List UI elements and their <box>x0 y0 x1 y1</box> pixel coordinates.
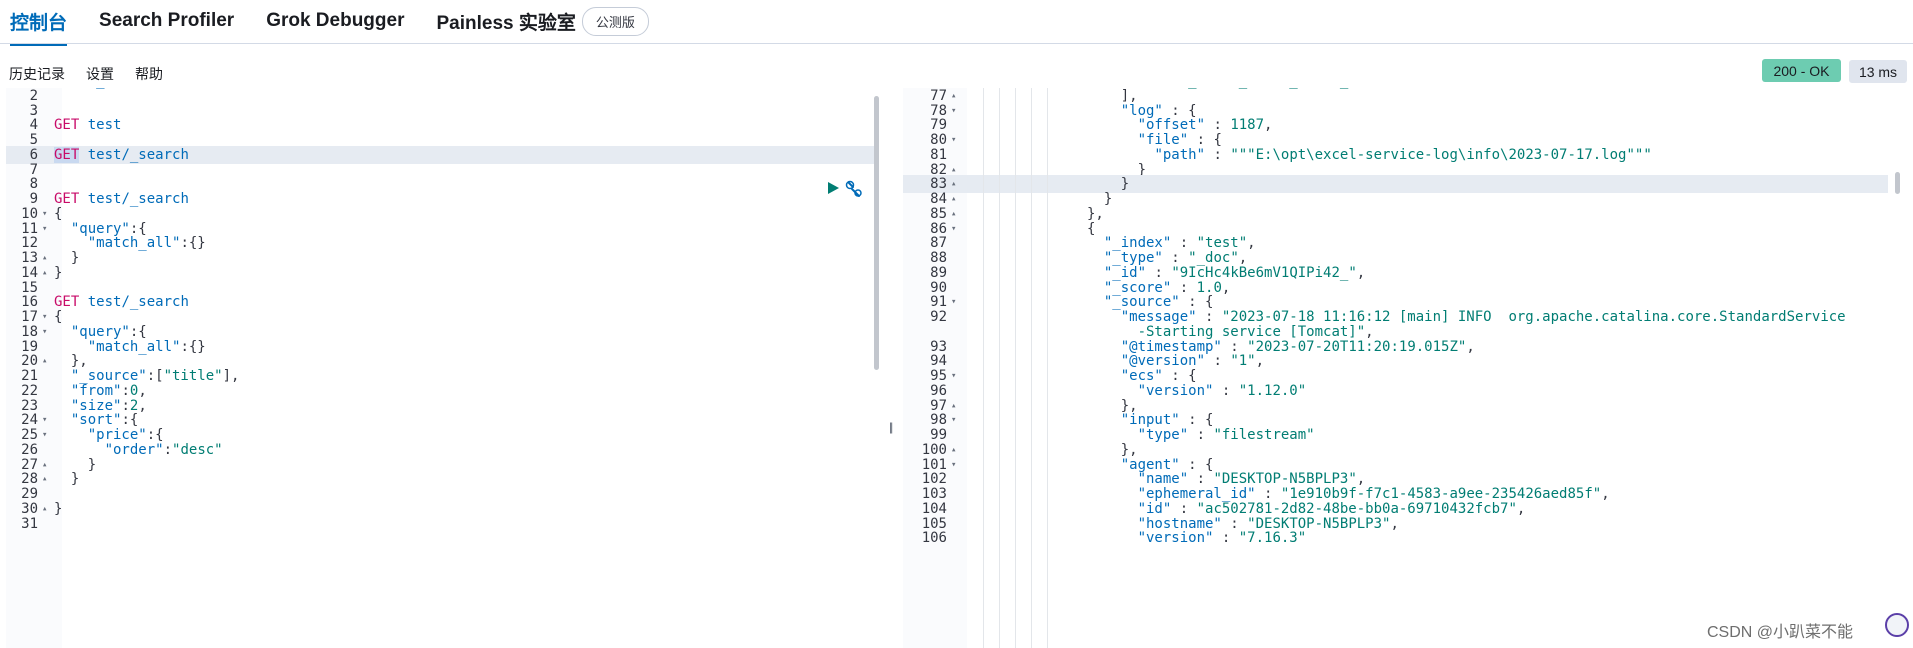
play-icon[interactable] <box>826 181 840 195</box>
code-text: "version" : "7.16.3" <box>969 529 1307 547</box>
code-token: "7.16.3" <box>1238 530 1307 547</box>
indent-guide <box>1047 88 1048 648</box>
code-line[interactable]: 106 "version" : "7.16.3" <box>903 529 1888 547</box>
request-editor[interactable]: 1GET /_cat/indices?v234GET test56GET tes… <box>6 88 881 648</box>
indent-guide <box>983 88 984 648</box>
tab-painless-lab[interactable]: Painless 实验室 <box>437 0 576 46</box>
settings-menu-item[interactable]: 设置 <box>86 64 114 84</box>
tab-console[interactable]: 控制台 <box>10 0 68 46</box>
response-status-badge: 200 - OK <box>1762 59 1841 82</box>
help-menu-item[interactable]: 帮助 <box>135 64 163 84</box>
tab-grok-debugger[interactable]: Grok Debugger <box>266 0 404 43</box>
pane-resize-handle[interactable]: || <box>889 420 893 434</box>
console-toolbar: 历史记录 设置 帮助 <box>0 56 1913 88</box>
tab-painless-lab-label[interactable]: Painless 实验室 <box>437 13 576 34</box>
line-number: 31 <box>21 515 38 532</box>
history-menu-item[interactable]: 历史记录 <box>9 64 65 84</box>
avatar <box>1885 613 1909 637</box>
wrench-icon[interactable] <box>845 180 863 198</box>
indent-guide <box>1015 88 1016 648</box>
request-editor-scrollbar[interactable] <box>874 96 879 370</box>
indent-guide <box>1031 88 1032 648</box>
tab-search-profiler[interactable]: Search Profiler <box>99 0 234 43</box>
response-viewer-scrollbar[interactable] <box>1895 172 1900 194</box>
code-line[interactable]: 31 <box>6 515 874 533</box>
beta-badge: 公测版 <box>581 7 649 36</box>
response-time-badge: 13 ms <box>1849 60 1907 83</box>
csdn-watermark: CSDN @小趴菜不能 <box>1707 624 1854 641</box>
indent-guide <box>999 88 1000 648</box>
top-tab-bar: 控制台 Search Profiler Grok Debugger Painle… <box>0 0 1913 46</box>
code-token: "version" <box>1137 530 1214 547</box>
line-number: 106 <box>921 530 947 547</box>
response-viewer[interactable]: 76 "beats_input_codec_plain_applied"77▴ … <box>903 88 1913 648</box>
code-token: : <box>1213 530 1239 547</box>
